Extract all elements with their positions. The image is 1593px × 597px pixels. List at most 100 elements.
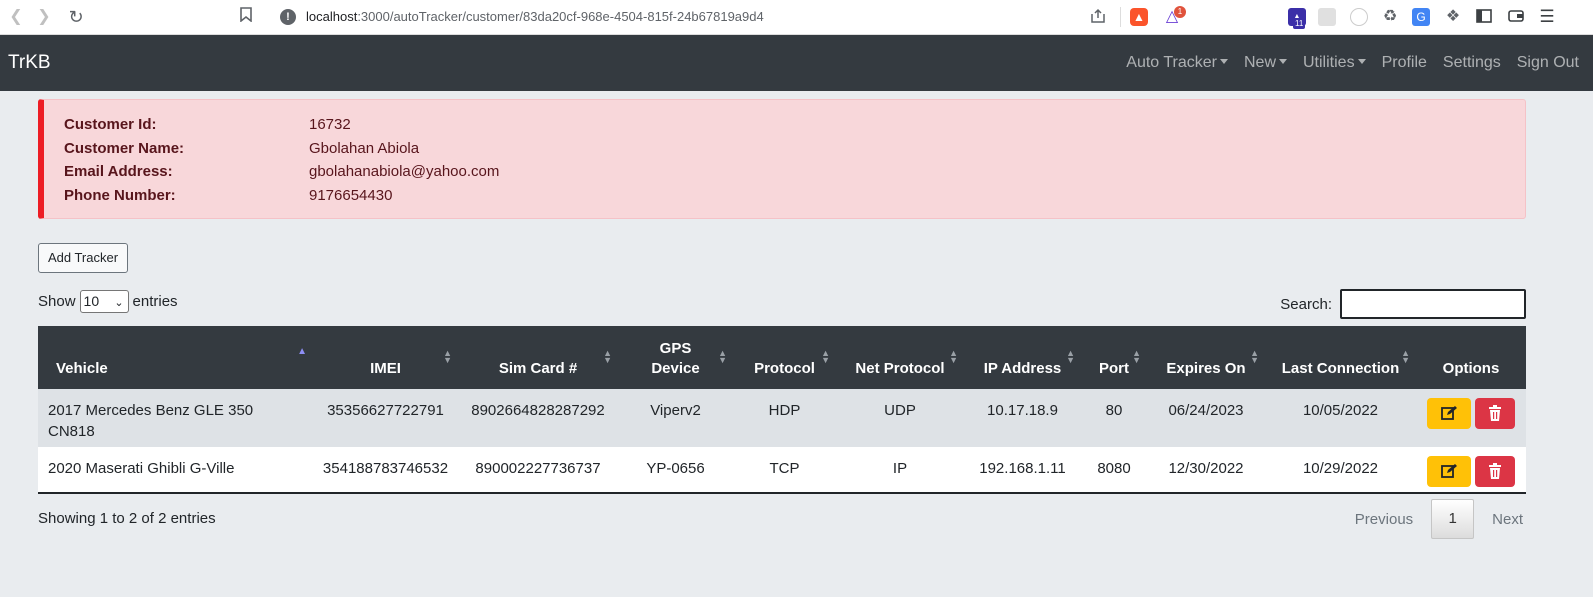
back-icon[interactable]: ❮ bbox=[6, 7, 26, 27]
cell-options bbox=[1416, 447, 1526, 493]
th-label: IP Address bbox=[983, 360, 1062, 377]
sort-asc-icon: ▲ bbox=[297, 346, 307, 357]
table-search: Search: bbox=[1280, 289, 1526, 319]
th-protocol[interactable]: Protocol ▲ ▼ bbox=[733, 326, 836, 389]
menu-icon[interactable]: ☰ bbox=[1538, 8, 1556, 26]
bookmark-icon[interactable] bbox=[236, 7, 256, 27]
cell-sim: 8902664828287292 bbox=[471, 402, 605, 419]
next-button[interactable]: Next bbox=[1474, 511, 1541, 528]
customer-id-label: Customer Id: bbox=[64, 116, 157, 133]
th-sim[interactable]: Sim Card # ▲ ▼ bbox=[458, 326, 618, 389]
rewards-badge: 1 bbox=[1174, 6, 1186, 18]
th-label-line1: GPS bbox=[659, 340, 692, 357]
cell-protocol: TCP bbox=[769, 460, 800, 477]
reload-icon[interactable]: ↻ bbox=[66, 7, 86, 27]
site-info-icon[interactable]: ! bbox=[280, 9, 296, 25]
search-label: Search: bbox=[1280, 295, 1332, 313]
share-icon[interactable] bbox=[1090, 8, 1106, 28]
entries-select[interactable]: 10 ⌄ bbox=[79, 290, 129, 313]
th-label: Net Protocol bbox=[855, 360, 945, 377]
previous-button[interactable]: Previous bbox=[1337, 511, 1431, 528]
cell-gps: YP-0656 bbox=[646, 460, 705, 477]
nav-links: Auto Tracker New Utilities Profile Setti… bbox=[1126, 54, 1579, 72]
th-expires-on[interactable]: Expires On ▲ ▼ bbox=[1147, 326, 1265, 389]
th-label: Port bbox=[1099, 360, 1129, 377]
trackers-table: Vehicle ▲ IMEI ▲ ▼ Sim Card # ▲ ▼ GPS Device ▲ ▼… bbox=[38, 326, 1526, 494]
extension-grid-icon[interactable] bbox=[1318, 8, 1336, 26]
sort-icon: ▲ ▼ bbox=[1401, 348, 1410, 365]
cell-port: 80 bbox=[1105, 402, 1123, 419]
sort-icon: ▲ ▼ bbox=[949, 348, 958, 365]
nav-sign-out[interactable]: Sign Out bbox=[1517, 54, 1579, 72]
chevron-down-icon bbox=[1279, 58, 1287, 64]
nav-label: Utilities bbox=[1303, 54, 1355, 71]
add-tracker-button[interactable]: Add Tracker bbox=[38, 243, 128, 273]
edit-button[interactable] bbox=[1427, 398, 1471, 429]
chevron-down-icon: ⌄ bbox=[114, 297, 124, 309]
nav-settings[interactable]: Settings bbox=[1443, 54, 1501, 72]
show-label: Show bbox=[38, 293, 76, 310]
customer-email-label: Email Address: bbox=[64, 163, 173, 180]
brand-logo[interactable]: TrKB bbox=[8, 52, 51, 74]
cell-last-connection: 10/05/2022 bbox=[1302, 402, 1379, 419]
th-label: Sim Card # bbox=[498, 360, 578, 377]
cell-protocol: HDP bbox=[768, 402, 801, 419]
th-gps-device[interactable]: GPS Device ▲ ▼ bbox=[618, 326, 733, 389]
customer-info-alert: Customer Id: 16732 Customer Name: Gbolah… bbox=[38, 99, 1526, 219]
cell-options bbox=[1416, 389, 1526, 447]
cell-vehicle: 2017 Mercedes Benz GLE 350 CN818 bbox=[38, 389, 313, 447]
table-info: Showing 1 to 2 of 2 entries bbox=[38, 510, 216, 527]
th-label-line2: Device bbox=[651, 360, 700, 377]
th-label: IMEI bbox=[370, 360, 401, 377]
recycle-icon[interactable]: ♻ bbox=[1381, 8, 1399, 26]
th-vehicle[interactable]: Vehicle ▲ bbox=[38, 326, 313, 389]
th-ip-address[interactable]: IP Address ▲ ▼ bbox=[964, 326, 1081, 389]
navbar: TrKB Auto Tracker New Utilities Profile … bbox=[0, 35, 1593, 91]
cell-net-protocol: IP bbox=[892, 460, 908, 477]
delete-button[interactable] bbox=[1475, 398, 1515, 429]
sort-icon: ▲ ▼ bbox=[443, 348, 452, 365]
cell-last-connection: 10/29/2022 bbox=[1302, 460, 1379, 477]
sort-icon: ▲ ▼ bbox=[1132, 348, 1141, 365]
th-port[interactable]: Port ▲ ▼ bbox=[1081, 326, 1147, 389]
edit-button[interactable] bbox=[1427, 456, 1471, 487]
edit-icon bbox=[1440, 464, 1457, 478]
wallet-icon[interactable] bbox=[1507, 8, 1525, 26]
nav-auto-tracker[interactable]: Auto Tracker bbox=[1126, 54, 1228, 72]
customer-email-value: gbolahanabiola@yahoo.com bbox=[309, 163, 500, 180]
puzzle-icon[interactable]: ❖ bbox=[1444, 8, 1462, 26]
divider bbox=[1120, 7, 1121, 27]
chevron-down-icon bbox=[1357, 58, 1366, 64]
nav-label: Auto Tracker bbox=[1126, 54, 1217, 71]
cell-imei: 35356627722791 bbox=[327, 402, 444, 419]
vehicle-line1: 2017 Mercedes Benz GLE 350 bbox=[48, 402, 254, 419]
th-last-connection[interactable]: Last Connection ▲ ▼ bbox=[1265, 326, 1416, 389]
address-bar[interactable]: ! localhost:3000/autoTracker/customer/83… bbox=[272, 5, 1372, 30]
cell-imei: 354188783746532 bbox=[322, 460, 449, 477]
page-button-current[interactable]: 1 bbox=[1431, 499, 1475, 539]
extension-badge: 11 bbox=[1293, 18, 1306, 29]
th-imei[interactable]: IMEI ▲ ▼ bbox=[313, 326, 458, 389]
cell-port: 8080 bbox=[1097, 460, 1131, 477]
nav-utilities[interactable]: Utilities bbox=[1303, 54, 1366, 72]
extension-circle-icon[interactable] bbox=[1350, 8, 1368, 26]
cell-ip: 192.168.1.11 bbox=[979, 460, 1066, 477]
nav-profile[interactable]: Profile bbox=[1382, 54, 1427, 72]
nav-new[interactable]: New bbox=[1244, 54, 1287, 72]
th-label: Vehicle bbox=[56, 360, 108, 377]
th-net-protocol[interactable]: Net Protocol ▲ ▼ bbox=[836, 326, 964, 389]
cell-expires: 12/30/2022 bbox=[1168, 460, 1244, 477]
pagination: Previous 1 Next bbox=[1337, 499, 1541, 539]
sort-icon: ▲ ▼ bbox=[603, 348, 612, 365]
url-host: localhost bbox=[306, 9, 358, 24]
entries-select-value: 10 bbox=[83, 293, 100, 309]
table-row: 2017 Mercedes Benz GLE 350 CN818 35356627… bbox=[38, 389, 1526, 447]
brave-shield-icon[interactable]: ▲ bbox=[1130, 8, 1148, 26]
delete-button[interactable] bbox=[1475, 456, 1515, 487]
sidebar-icon[interactable] bbox=[1475, 8, 1493, 26]
vehicle-line2: CN818 bbox=[48, 423, 95, 440]
forward-icon[interactable]: ❯ bbox=[34, 7, 54, 27]
translate-icon[interactable]: G bbox=[1412, 8, 1430, 26]
customer-name-value: Gbolahan Abiola bbox=[309, 140, 420, 157]
search-input[interactable] bbox=[1340, 289, 1526, 319]
